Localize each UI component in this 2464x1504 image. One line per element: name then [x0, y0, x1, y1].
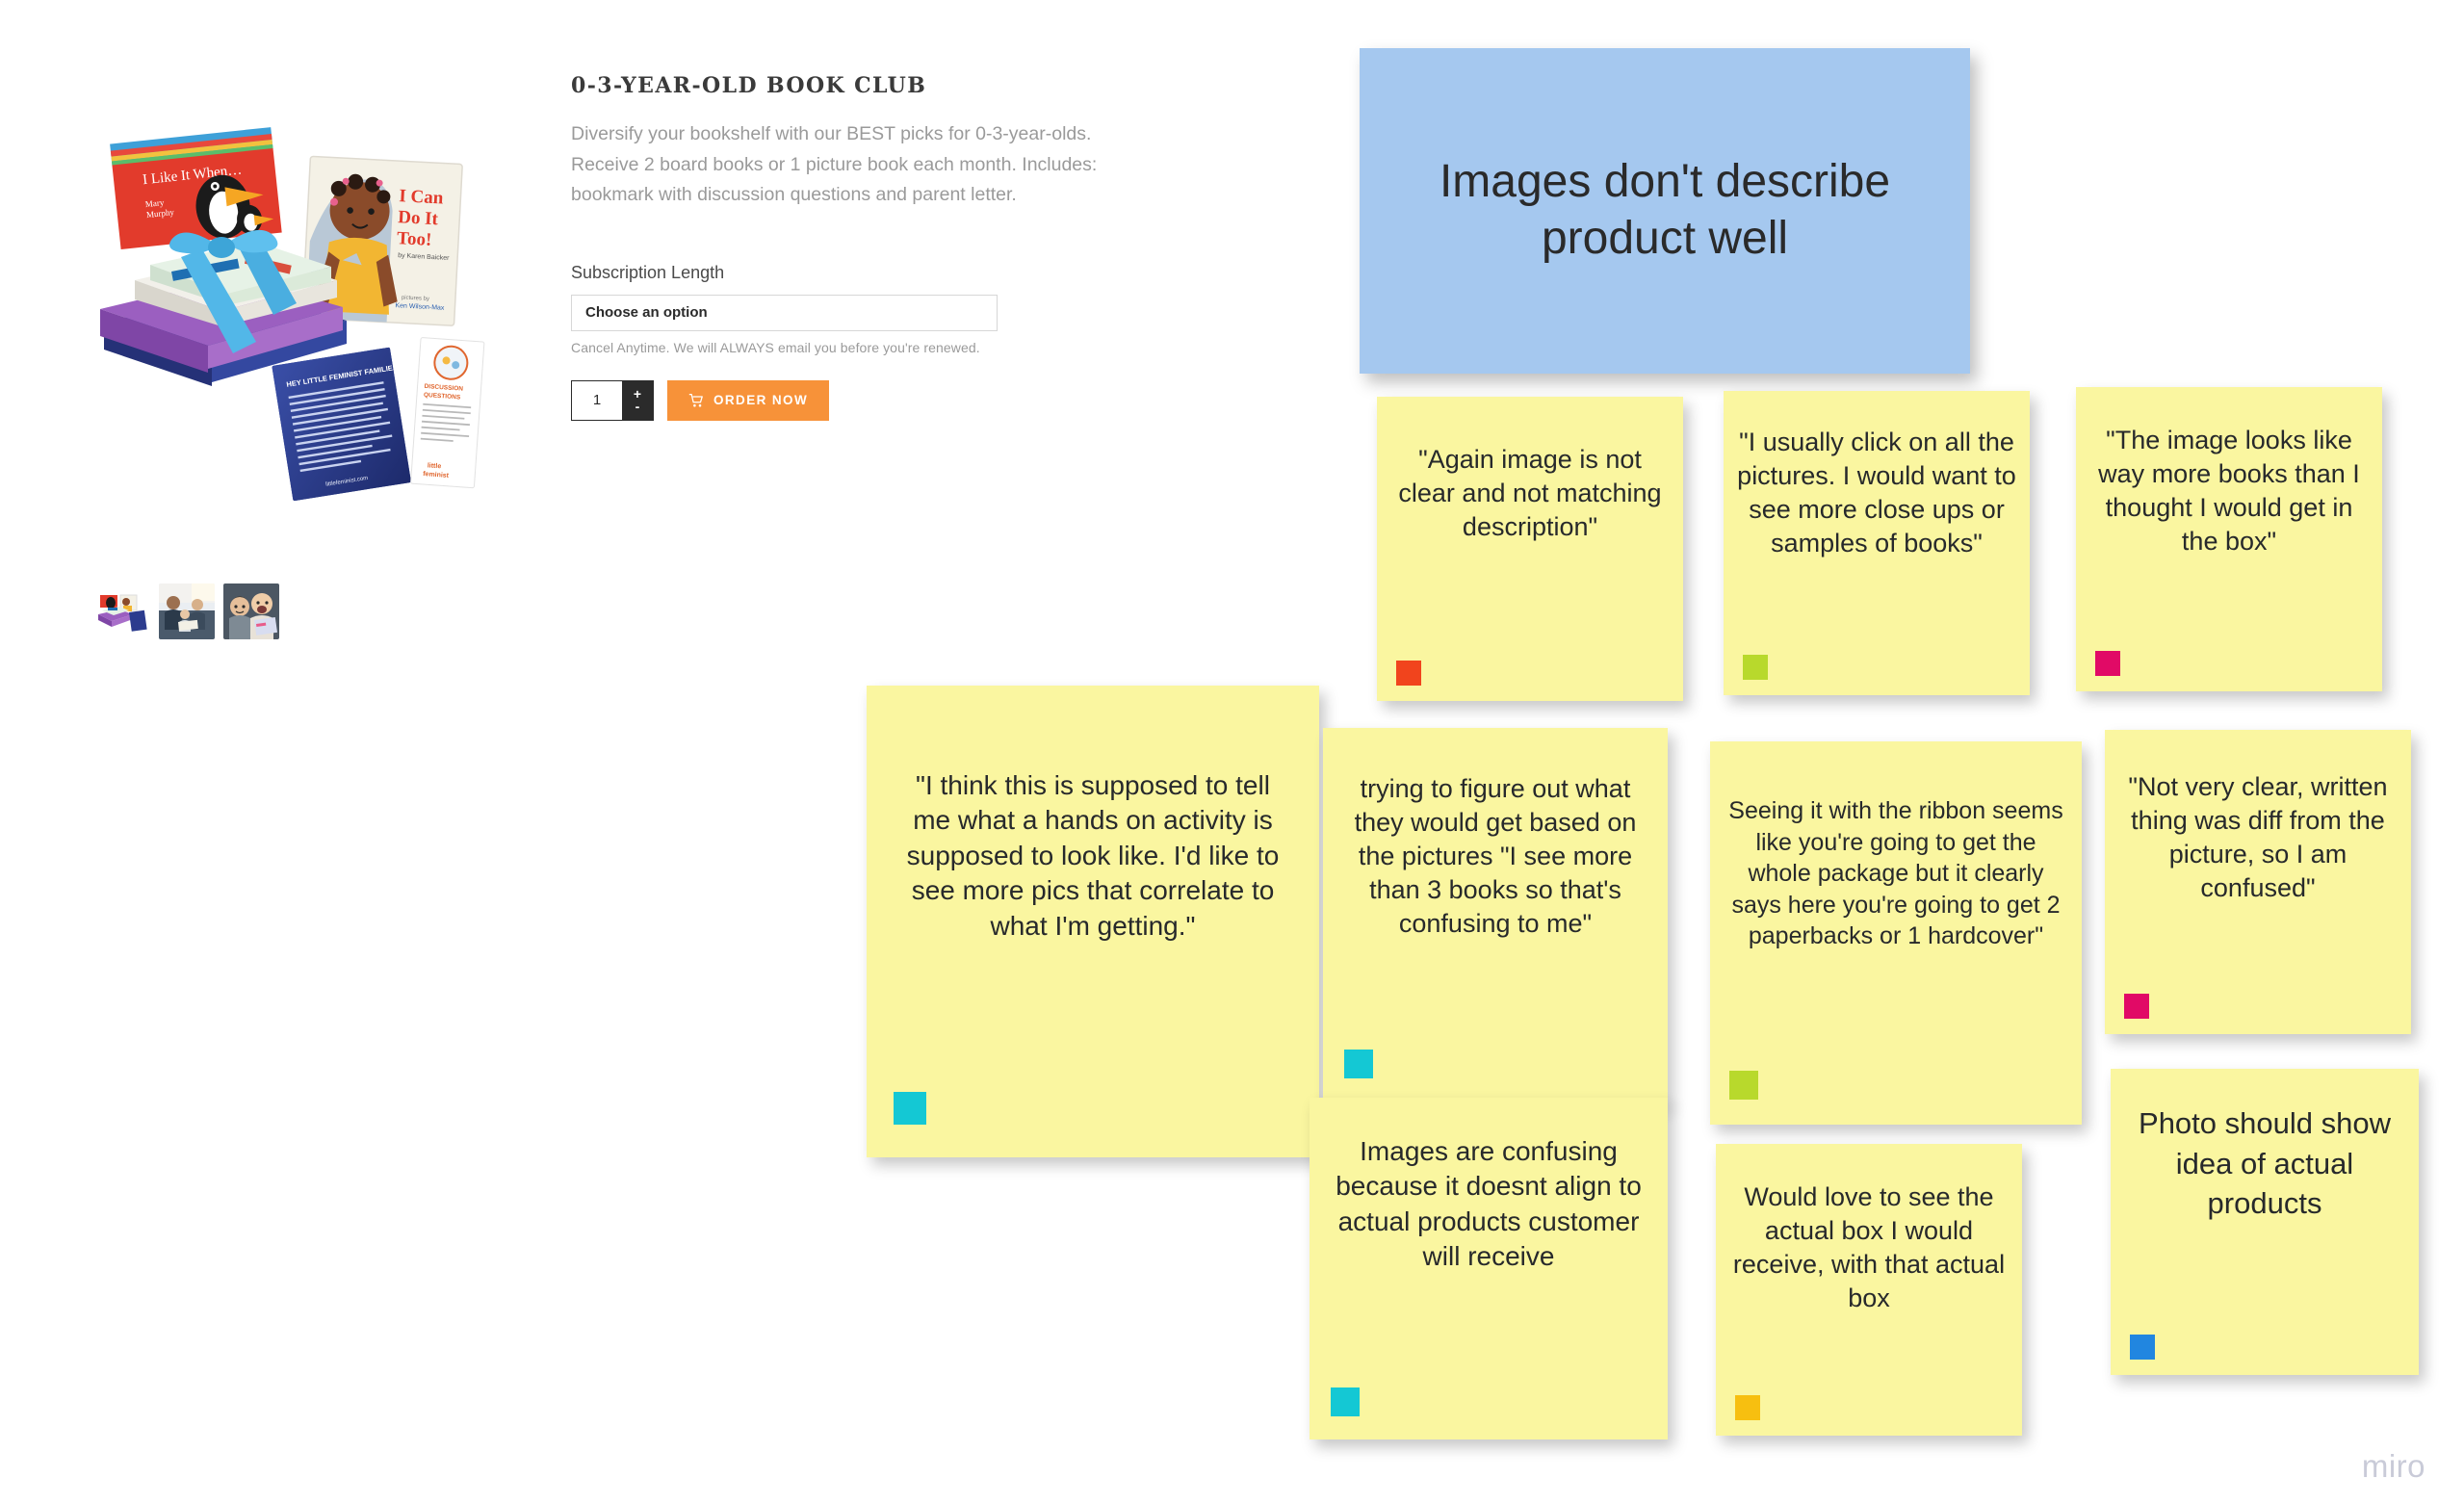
sticky-note-actual-box[interactable]: Would love to see the actual box I would… [1716, 1144, 2022, 1436]
green-tag [1729, 1071, 1758, 1100]
red-tag [1396, 661, 1421, 686]
product-gallery: I Like It When… Mary Murphy I Can Do It … [39, 58, 539, 639]
svg-text:I Can: I Can [399, 186, 444, 208]
green-tag [1743, 655, 1768, 680]
svg-text:Mary: Mary [144, 197, 165, 209]
miro-board-canvas[interactable]: I Like It When… Mary Murphy I Can Do It … [0, 0, 2464, 1504]
miro-watermark: miro [2361, 1448, 2425, 1484]
sticky-note-again-image[interactable]: "Again image is not clear and not matchi… [1377, 397, 1683, 701]
subscription-length-select[interactable]: Choose an option [571, 294, 998, 331]
magenta-tag [2124, 994, 2149, 1019]
sticky-note-not-very-clear-text: "Not very clear, written thing was diff … [2128, 772, 2396, 903]
product-title: 0-3-YEAR-OLD BOOK CLUB [571, 73, 927, 98]
sticky-note-usually-click-text: "I usually click on all the pictures. I … [1737, 428, 2024, 558]
blue-tag [2130, 1335, 2155, 1360]
thumbnail-1-product-books[interactable] [94, 583, 150, 639]
magenta-tag [2095, 651, 2120, 676]
product-description: Diversify your bookshelf with our BEST p… [571, 123, 1098, 206]
thumbnail-3-kids-laughing[interactable] [223, 583, 279, 639]
quantity-value[interactable]: 1 [572, 380, 622, 420]
sticky-note-trying-to-figure-out[interactable]: trying to figure out what they would get… [1323, 728, 1668, 1103]
product-hero-image[interactable]: I Like It When… Mary Murphy I Can Do It … [58, 101, 530, 515]
sticky-note-header-text: Images don't describe product well [1439, 156, 1904, 264]
sticky-note-hands-on-activity-text: "I think this is supposed to tell me wha… [906, 770, 1287, 941]
sticky-note-seeing-ribbon[interactable]: Seeing it with the ribbon seems like you… [1710, 741, 2082, 1125]
order-now-button[interactable]: ORDER NOW [667, 379, 830, 421]
cyan-tag [1331, 1387, 1360, 1416]
quantity-decrease-button[interactable]: - [635, 400, 640, 413]
subscription-length-label: Subscription Length [571, 262, 725, 282]
sticky-note-images-confusing-text: Images are confusing because it doesnt a… [1336, 1136, 1649, 1272]
subscription-length-value: Choose an option [585, 304, 708, 322]
svg-text:little: little [428, 462, 442, 470]
order-now-label: ORDER NOW [713, 393, 809, 408]
sticky-note-header[interactable]: Images don't describe product well [1360, 48, 1970, 374]
sticky-note-way-more-books[interactable]: "The image looks like way more books tha… [2076, 387, 2382, 691]
sticky-note-seeing-ribbon-text: Seeing it with the ribbon seems like you… [1728, 797, 2070, 949]
sticky-note-trying-to-figure-out-text: trying to figure out what they would get… [1354, 774, 1644, 939]
svg-text:Do It: Do It [398, 207, 439, 229]
product-details-panel: 0-3-YEAR-OLD BOOK CLUB Diversify your bo… [571, 73, 1168, 421]
sticky-note-actual-box-text: Would love to see the actual box I would… [1732, 1182, 2012, 1313]
sticky-note-again-image-text: "Again image is not clear and not matchi… [1398, 445, 1670, 542]
sticky-note-images-confusing[interactable]: Images are confusing because it doesnt a… [1310, 1098, 1668, 1439]
sticky-note-not-very-clear[interactable]: "Not very clear, written thing was diff … [2105, 730, 2411, 1034]
cyan-tag [894, 1092, 926, 1125]
quantity-stepper-buttons[interactable]: + - [622, 381, 653, 420]
yellow-tag [1735, 1395, 1760, 1420]
cyan-tag [1344, 1050, 1373, 1078]
purchase-controls: 1 + - ORDER NOW [571, 379, 1168, 421]
sticky-note-way-more-books-text: "The image looks like way more books tha… [2098, 426, 2368, 557]
sticky-note-photo-should-show[interactable]: Photo should show idea of actual product… [2111, 1069, 2419, 1375]
product-thumbnail-strip[interactable] [94, 583, 279, 639]
quantity-stepper[interactable]: 1 + - [571, 379, 654, 421]
sticky-note-photo-should-show-text: Photo should show idea of actual product… [2139, 1106, 2399, 1221]
sticky-note-usually-click[interactable]: "I usually click on all the pictures. I … [1724, 391, 2030, 695]
shopping-cart-icon [688, 393, 703, 407]
cancel-anytime-note: Cancel Anytime. We will ALWAYS email you… [571, 339, 980, 355]
book-club-product-photo: I Like It When… Mary Murphy I Can Do It … [58, 101, 530, 515]
thumbnail-2-family-reading[interactable] [159, 583, 215, 639]
sticky-note-hands-on-activity[interactable]: "I think this is supposed to tell me wha… [867, 686, 1319, 1157]
svg-text:Too!: Too! [397, 228, 432, 250]
